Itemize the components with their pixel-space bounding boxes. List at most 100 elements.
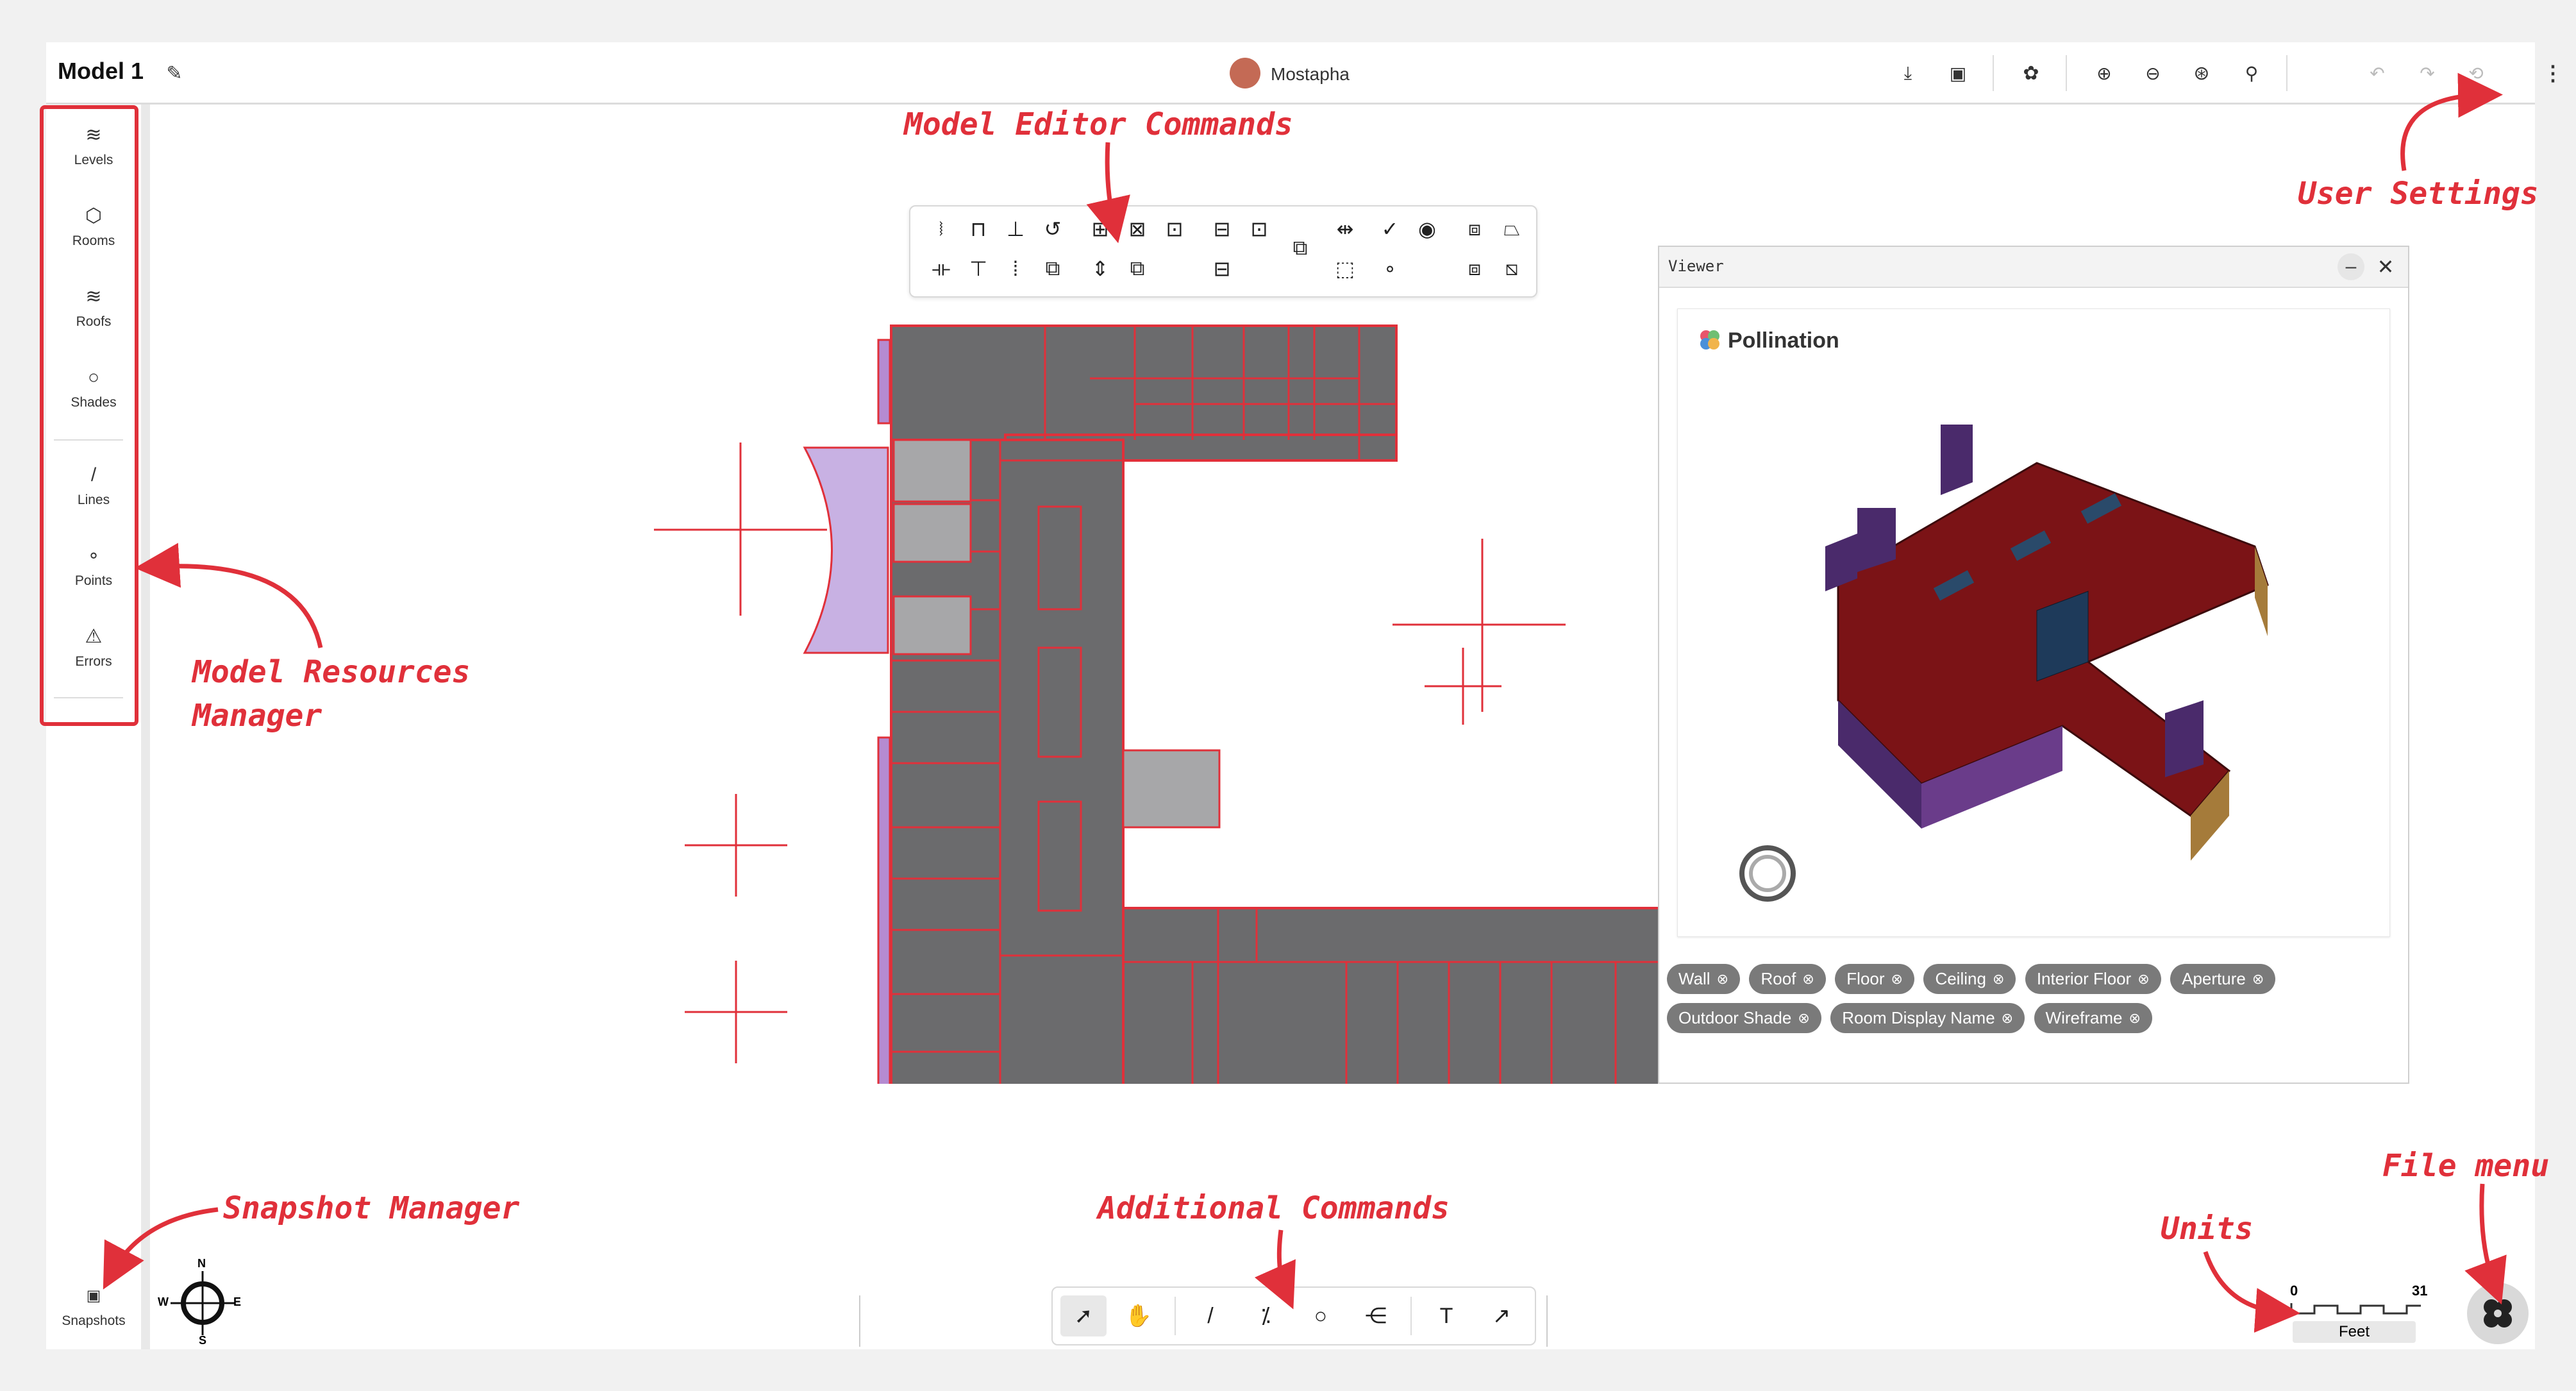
units-scale[interactable]: 0 31 Feet (2286, 1283, 2434, 1347)
filter-chip[interactable]: Roof ⊗ (1749, 964, 1826, 994)
pollination-logo-icon (2484, 1299, 2512, 1328)
close-icon[interactable]: ✕ (2372, 253, 2399, 280)
filter-chip[interactable]: Aperture ⊗ (2170, 964, 2276, 994)
collapse-icon[interactable]: ⊟ (1204, 253, 1240, 285)
bottom-divider (1546, 1295, 1548, 1347)
close-circle-icon: ⊗ (1992, 970, 2005, 987)
close-circle-icon: ⊗ (2137, 970, 2150, 987)
toolbar-divider (2286, 55, 2287, 91)
move-icon[interactable]: ⇕ (1082, 253, 1118, 285)
align-icon[interactable]: ⊥ (998, 213, 1033, 245)
copy-icon[interactable]: ⧉ (1035, 253, 1071, 285)
close-circle-icon: ⊗ (2129, 1009, 2141, 1026)
save-icon[interactable]: ▣ (1943, 58, 1973, 89)
toolbar-divider (1993, 55, 1994, 91)
text-tool-icon[interactable]: T (1423, 1295, 1469, 1336)
viewer-header: Viewer – ✕ (1659, 247, 2408, 288)
annotation-units: Units (2161, 1211, 2254, 1247)
annotation-model-resources-line2: Manager (192, 698, 322, 734)
shade-icon[interactable]: ⧈ (1457, 213, 1493, 245)
frame-icon[interactable]: ⊡ (1157, 213, 1192, 245)
stairs-icon[interactable]: ⊤ (960, 253, 996, 285)
split-icon[interactable]: ⧘ (923, 213, 959, 245)
toolbar-divider (2066, 55, 2067, 91)
filter-chip[interactable]: Wall ⊗ (1667, 964, 1741, 994)
shade-group-icon[interactable]: ⧈ (1457, 253, 1493, 285)
shade-element[interactable] (877, 339, 891, 425)
annotation-model-editor-commands: Model Editor Commands (904, 106, 1293, 142)
distribute-icon[interactable]: ⟛ (923, 253, 959, 285)
duplicate-icon[interactable]: ⧉ (1119, 253, 1155, 285)
viewer-canvas[interactable]: Pollination (1677, 308, 2390, 937)
undo-icon[interactable]: ↶ (2362, 58, 2393, 89)
snapshots-label: Snapshots (62, 1313, 126, 1328)
download-icon[interactable]: ⤓ (1893, 58, 1923, 89)
eye-icon[interactable]: ◉ (1409, 213, 1445, 245)
redo-icon[interactable]: ↷ (2412, 58, 2443, 89)
select-frame-icon[interactable]: ⬚ (1327, 253, 1363, 285)
annotation-file-menu: File menu (2382, 1148, 2550, 1184)
curved-shade[interactable] (803, 446, 889, 654)
pollination-logo-icon (1697, 327, 1723, 353)
snapshots-button[interactable]: ▣ Snapshots (46, 1272, 141, 1342)
select-pointer-icon[interactable]: ➚ (1060, 1295, 1107, 1336)
snap-icon[interactable]: ⇹ (1327, 213, 1363, 245)
shade-remove-icon[interactable]: ⧅ (1494, 253, 1530, 285)
compass-e: E (233, 1295, 242, 1308)
top-bar: Model 1 ✎ Mostapha ⤓ ▣ ✿ ⊕ ⊖ ⊛ ⚲ ↶ ↷ ⟲ ⋮ (46, 42, 2563, 105)
user-name: Mostapha (1271, 64, 1350, 84)
filter-chip[interactable]: Floor ⊗ (1835, 964, 1914, 994)
floor-plan[interactable] (641, 314, 1795, 1084)
inset-icon[interactable]: ⊡ (1241, 213, 1277, 245)
filter-chip[interactable]: Interior Floor ⊗ (2025, 964, 2161, 994)
zoom-out-icon[interactable]: ⊖ (2137, 58, 2168, 89)
model-3d-view[interactable] (1729, 367, 2370, 925)
user-avatar[interactable] (1230, 58, 1260, 89)
roof-shade-icon[interactable]: ⏢ (1494, 213, 1530, 245)
zoom-icon[interactable]: ⚲ (2236, 58, 2267, 89)
node-icon[interactable]: ∘ (1372, 253, 1408, 285)
rotate-icon[interactable]: ↺ (1035, 213, 1071, 245)
toolbar-divider (1410, 1297, 1412, 1335)
scale-end: 31 (2412, 1283, 2428, 1299)
skylight-icon[interactable]: ⊠ (1119, 213, 1155, 245)
draw-point-icon[interactable]: ○ (1298, 1295, 1344, 1336)
image-icon: ▣ (86, 1287, 101, 1304)
unit-label: Feet (2293, 1321, 2416, 1343)
draw-line-icon[interactable]: / (1187, 1295, 1234, 1336)
filter-chip[interactable]: Wireframe ⊗ (2034, 1003, 2152, 1033)
filter-chip[interactable]: Ceiling ⊗ (1923, 964, 2016, 994)
arrow-tool-icon[interactable]: ↗ (1478, 1295, 1525, 1336)
zoom-in-icon[interactable]: ⊕ (2089, 58, 2120, 89)
share-icon[interactable]: ⋲ (1353, 1295, 1399, 1336)
scale-start: 0 (2290, 1283, 2298, 1299)
reset-icon[interactable]: ⟲ (2461, 58, 2491, 89)
window-icon[interactable]: ⊞ (1082, 213, 1118, 245)
zoom-fit-icon[interactable]: ⊛ (2186, 58, 2217, 89)
compass: N E S W (158, 1257, 247, 1348)
merge-icon[interactable]: ⧉ (1282, 232, 1318, 264)
measure-icon[interactable]: ⁒ (1242, 1295, 1289, 1336)
kebab-menu-icon[interactable]: ⋮ (2540, 58, 2566, 89)
minimize-icon[interactable]: – (2338, 253, 2364, 280)
pan-hand-icon[interactable]: ✋ (1116, 1295, 1162, 1336)
brand-name: Pollination (1728, 328, 1839, 353)
close-circle-icon: ⊗ (2252, 970, 2264, 987)
model-title: Model 1 (58, 58, 144, 84)
filter-chip[interactable]: Room Display Name ⊗ (1830, 1003, 2025, 1033)
offset-icon[interactable]: ⊓ (960, 213, 996, 245)
room-block[interactable] (890, 325, 1398, 441)
close-circle-icon: ⊗ (1798, 1009, 1810, 1026)
file-menu-button[interactable] (2467, 1283, 2529, 1344)
grid-icon[interactable]: ⁞ (998, 253, 1033, 285)
edit-title-icon[interactable]: ✎ (160, 59, 188, 87)
pollination-icon[interactable]: ✿ (2016, 58, 2046, 89)
annotation-additional-commands: Additional Commands (1098, 1190, 1450, 1226)
shade-element[interactable] (877, 736, 891, 1084)
viewer-panel: Viewer – ✕ Pollination Wall ⊗ Roof ⊗ Flo… (1658, 246, 2409, 1084)
filter-chip[interactable]: Outdoor Shade ⊗ (1667, 1003, 1821, 1033)
panel-icon[interactable]: ⊟ (1204, 213, 1240, 245)
annotation-user-settings: User Settings (2298, 176, 2539, 212)
check-icon[interactable]: ✓ (1372, 213, 1408, 245)
close-circle-icon: ⊗ (1891, 970, 1903, 987)
